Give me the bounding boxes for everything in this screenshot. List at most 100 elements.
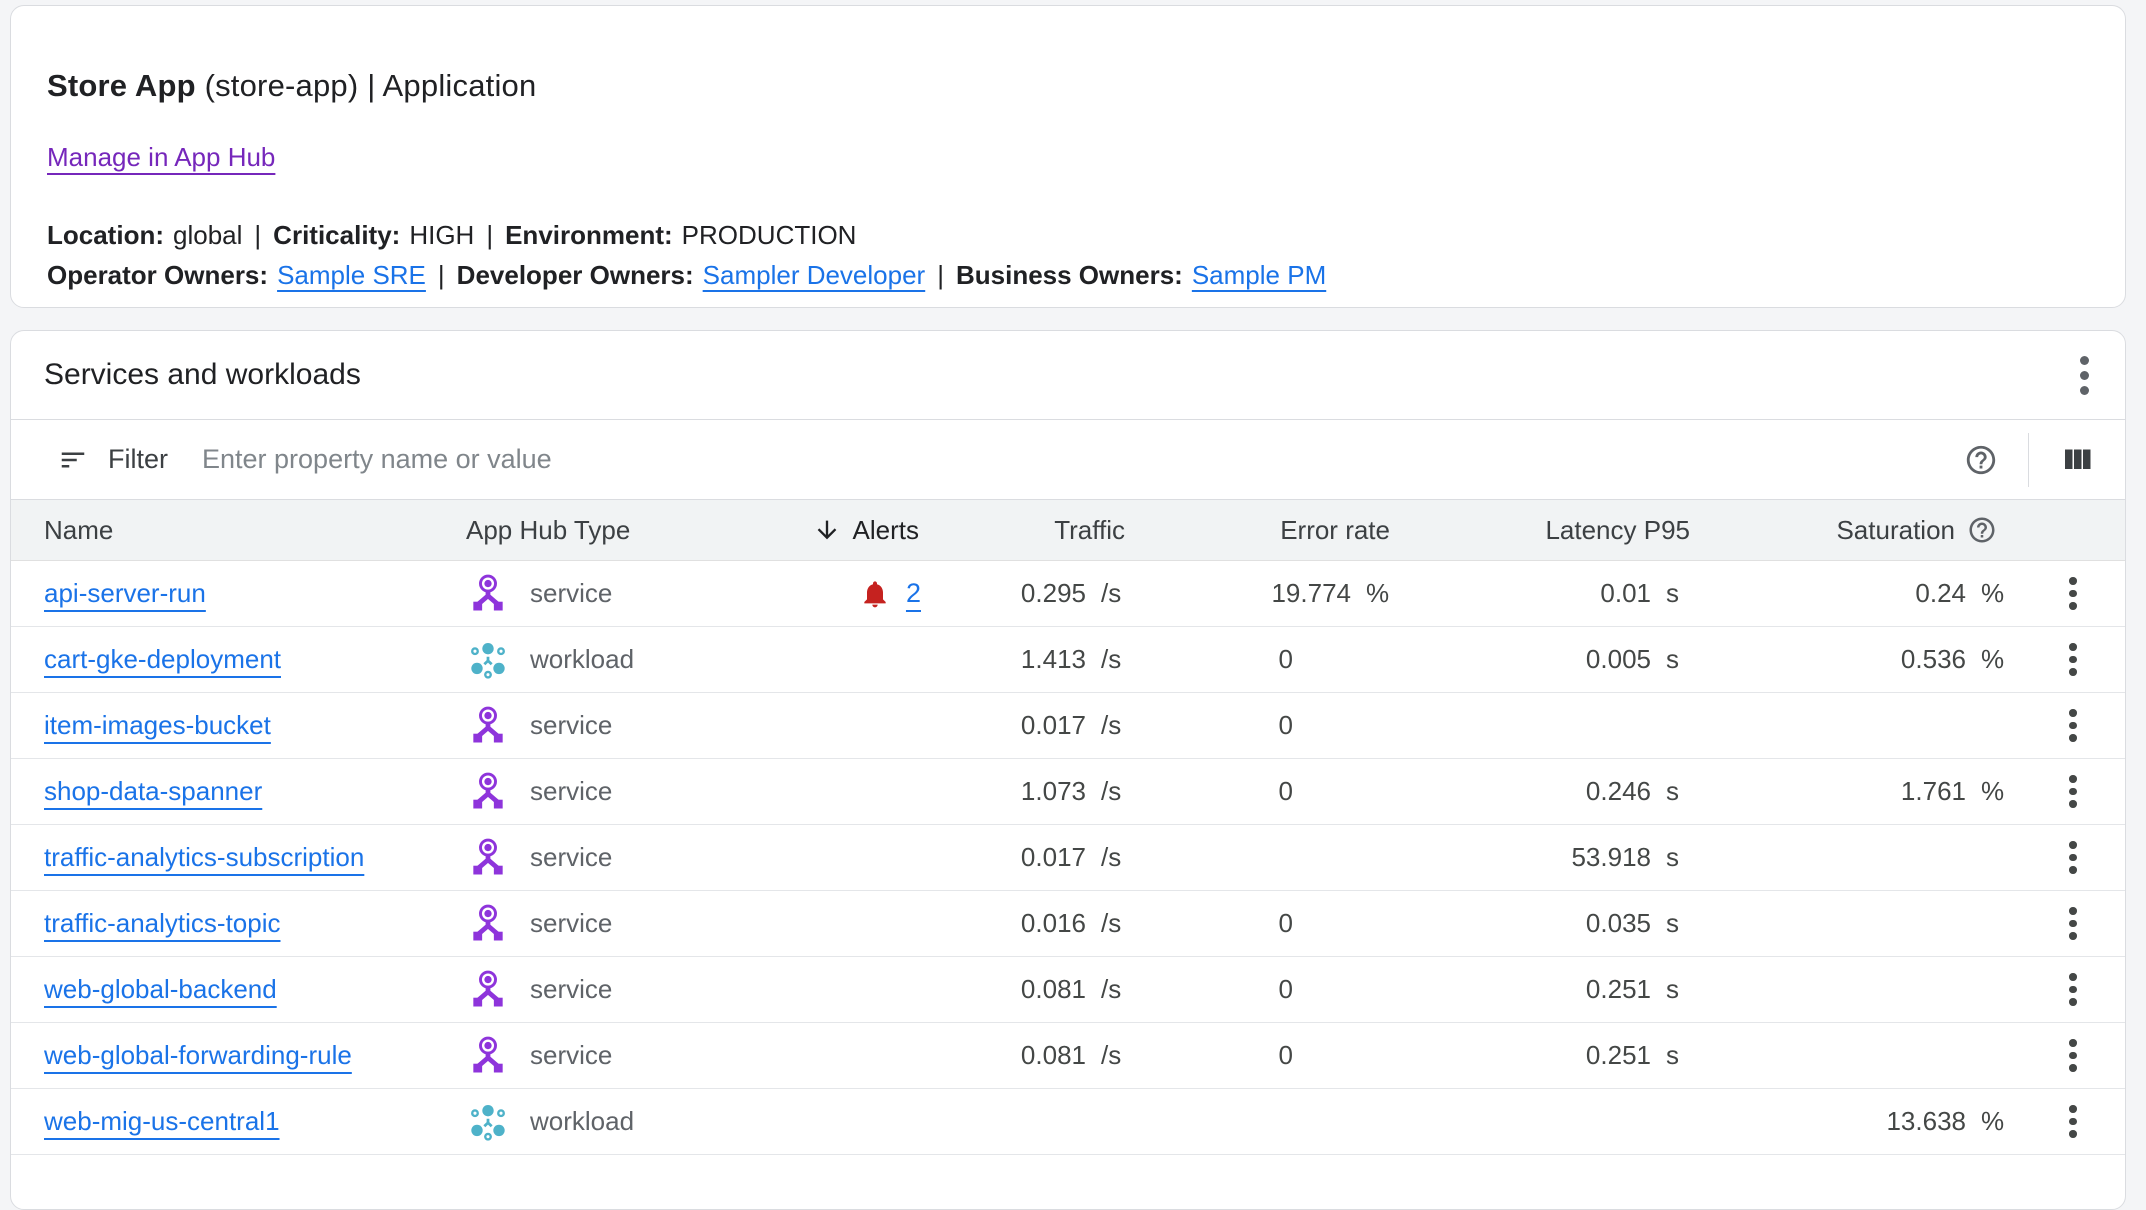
column-header-alerts[interactable]: Alerts	[761, 515, 941, 546]
developer-owners-link[interactable]: Sampler Developer	[703, 260, 926, 290]
column-display-button[interactable]	[2055, 438, 2099, 482]
criticality-value: HIGH	[409, 220, 474, 250]
row-overflow-menu-button[interactable]	[2059, 567, 2087, 620]
latency-p95-cell: 0.251 s	[1406, 1023, 1706, 1088]
row-overflow-menu-button[interactable]	[2059, 1095, 2087, 1148]
row-actions-cell	[2021, 1029, 2125, 1082]
column-header-app-hub-type[interactable]: App Hub Type	[441, 515, 761, 546]
alert-count-link[interactable]: 2	[906, 578, 921, 609]
latency-p95-value: 0.01	[1406, 578, 1651, 609]
separator: |	[438, 260, 445, 290]
row-name-link[interactable]: web-global-backend	[44, 974, 277, 1004]
error-rate-value: 0	[1141, 710, 1351, 741]
more-vert-icon	[2069, 1105, 2077, 1113]
saturation-header-label: Saturation	[1836, 515, 1955, 546]
latency-p95-unit: s	[1651, 842, 1706, 873]
workload-icon	[466, 1100, 510, 1144]
column-header-traffic[interactable]: Traffic	[941, 515, 1141, 546]
app-hub-type-cell: service	[441, 1034, 761, 1078]
traffic-unit: /s	[1086, 1040, 1141, 1071]
alerts-cell	[761, 1040, 941, 1072]
row-overflow-menu-button[interactable]	[2059, 963, 2087, 1016]
row-name-link[interactable]: api-server-run	[44, 578, 206, 608]
row-actions-cell	[2021, 567, 2125, 620]
row-name-link[interactable]: shop-data-spanner	[44, 776, 262, 806]
traffic-unit: /s	[1086, 578, 1141, 609]
row-name-link[interactable]: web-global-forwarding-rule	[44, 1040, 352, 1070]
separator: |	[254, 220, 261, 250]
app-hub-type-cell: workload	[441, 1100, 761, 1144]
developer-owners-label: Developer Owners:	[457, 260, 694, 290]
services-panel: Services and workloads Filter Name App H…	[10, 330, 2126, 1210]
saturation-help-icon[interactable]	[1967, 515, 1997, 545]
error-rate-value: 0	[1141, 974, 1351, 1005]
alert-bell-icon	[859, 578, 891, 610]
row-overflow-menu-button[interactable]	[2059, 897, 2087, 950]
column-header-latency-p95[interactable]: Latency P95	[1406, 515, 1706, 546]
saturation-cell: 13.638 %	[1706, 1089, 2021, 1154]
row-name-link[interactable]: cart-gke-deployment	[44, 644, 281, 674]
traffic-value: 0.016	[941, 908, 1086, 939]
manage-in-app-hub-link[interactable]: Manage in App Hub	[47, 142, 275, 173]
business-owners-label: Business Owners:	[956, 260, 1183, 290]
location-value: global	[173, 220, 242, 250]
table-row: web-mig-us-central1	[11, 1089, 2125, 1155]
latency-p95-unit: s	[1651, 644, 1706, 675]
business-owners-link[interactable]: Sample PM	[1192, 260, 1326, 290]
saturation-cell	[1706, 891, 2021, 956]
column-header-error-rate[interactable]: Error rate	[1141, 515, 1406, 546]
row-name-link[interactable]: traffic-analytics-topic	[44, 908, 281, 938]
app-title-suffix: (store-app) | Application	[196, 68, 537, 103]
latency-p95-cell	[1406, 693, 1706, 758]
latency-p95-value: 0.005	[1406, 644, 1651, 675]
traffic-cell: 0.016 /s	[941, 891, 1141, 956]
filter-help-button[interactable]	[1960, 439, 2002, 481]
operator-owners-label: Operator Owners:	[47, 260, 268, 290]
traffic-value: 0.081	[941, 1040, 1086, 1071]
more-vert-icon	[2069, 1039, 2077, 1047]
row-overflow-menu-button[interactable]	[2059, 1029, 2087, 1082]
table-row: api-server-run	[11, 561, 2125, 627]
panel-header: Services and workloads	[11, 331, 2125, 420]
operator-owners-link[interactable]: Sample SRE	[277, 260, 426, 290]
service-icon	[466, 902, 510, 946]
row-overflow-menu-button[interactable]	[2059, 765, 2087, 818]
panel-overflow-menu-button[interactable]	[2070, 346, 2099, 405]
alerts-cell: 2	[761, 578, 941, 610]
error-rate-cell: 0	[1141, 957, 1406, 1022]
row-overflow-menu-button[interactable]	[2059, 831, 2087, 884]
name-cell: api-server-run	[11, 578, 441, 609]
traffic-unit: /s	[1086, 908, 1141, 939]
filter-label: Filter	[108, 444, 168, 475]
row-overflow-menu-button[interactable]	[2059, 633, 2087, 686]
app-hub-type-label: workload	[530, 644, 634, 675]
name-cell: shop-data-spanner	[11, 776, 441, 807]
traffic-cell: 0.017 /s	[941, 825, 1141, 890]
filter-input[interactable]	[200, 443, 1960, 476]
row-name-link[interactable]: traffic-analytics-subscription	[44, 842, 364, 872]
error-rate-cell: 19.774 %	[1141, 561, 1406, 626]
column-header-name[interactable]: Name	[11, 515, 441, 546]
row-actions-cell	[2021, 963, 2125, 1016]
name-cell: web-global-backend	[11, 974, 441, 1005]
more-vert-icon	[2069, 577, 2077, 585]
traffic-value: 0.295	[941, 578, 1086, 609]
alerts-cell	[761, 1106, 941, 1138]
environment-label: Environment:	[505, 220, 673, 250]
name-cell: traffic-analytics-topic	[11, 908, 441, 939]
app-info-card: Store App (store-app) | Application Mana…	[10, 5, 2126, 308]
error-rate-value: 0	[1141, 1040, 1351, 1071]
saturation-cell	[1706, 693, 2021, 758]
traffic-unit: /s	[1086, 842, 1141, 873]
app-hub-type-cell: service	[441, 770, 761, 814]
traffic-unit: /s	[1086, 644, 1141, 675]
column-header-saturation[interactable]: Saturation	[1706, 515, 2021, 546]
more-vert-icon	[2080, 356, 2089, 365]
latency-p95-unit: s	[1651, 1040, 1706, 1071]
traffic-cell: 0.081 /s	[941, 957, 1141, 1022]
traffic-cell: 1.073 /s	[941, 759, 1141, 824]
row-overflow-menu-button[interactable]	[2059, 699, 2087, 752]
row-name-link[interactable]: web-mig-us-central1	[44, 1106, 280, 1136]
service-icon	[466, 968, 510, 1012]
row-name-link[interactable]: item-images-bucket	[44, 710, 271, 740]
